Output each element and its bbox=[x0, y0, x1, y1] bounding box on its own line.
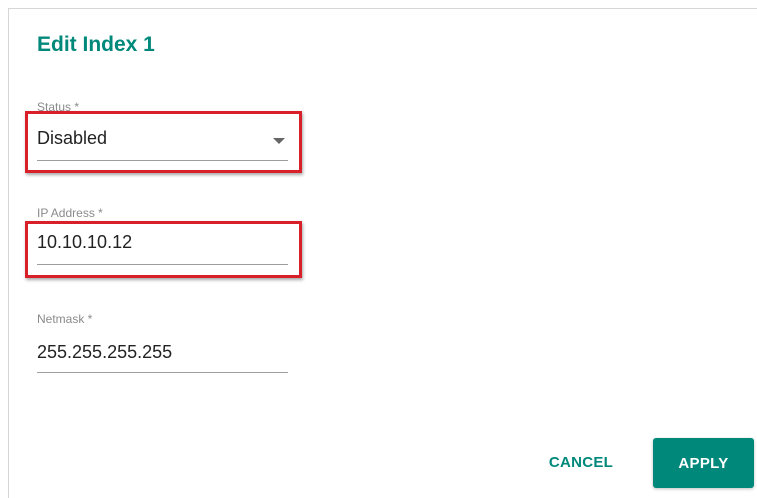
netmask-label: Netmask * bbox=[37, 312, 93, 326]
ip-address-highlight-box bbox=[25, 221, 302, 278]
apply-button[interactable]: APPLY bbox=[653, 438, 754, 488]
ip-address-label: IP Address * bbox=[37, 206, 103, 220]
dialog-title: Edit Index 1 bbox=[37, 33, 155, 56]
status-highlight-box bbox=[25, 111, 302, 173]
netmask-field[interactable]: Netmask * 255.255.255.255 bbox=[37, 312, 288, 374]
dialog-top-border bbox=[8, 8, 757, 9]
netmask-underline bbox=[37, 372, 288, 373]
dialog-left-border bbox=[8, 8, 9, 498]
edit-index-dialog: Edit Index 1 Status * Disabled IP Addres… bbox=[0, 0, 757, 498]
netmask-value[interactable]: 255.255.255.255 bbox=[37, 342, 172, 363]
cancel-button[interactable]: CANCEL bbox=[533, 442, 629, 482]
